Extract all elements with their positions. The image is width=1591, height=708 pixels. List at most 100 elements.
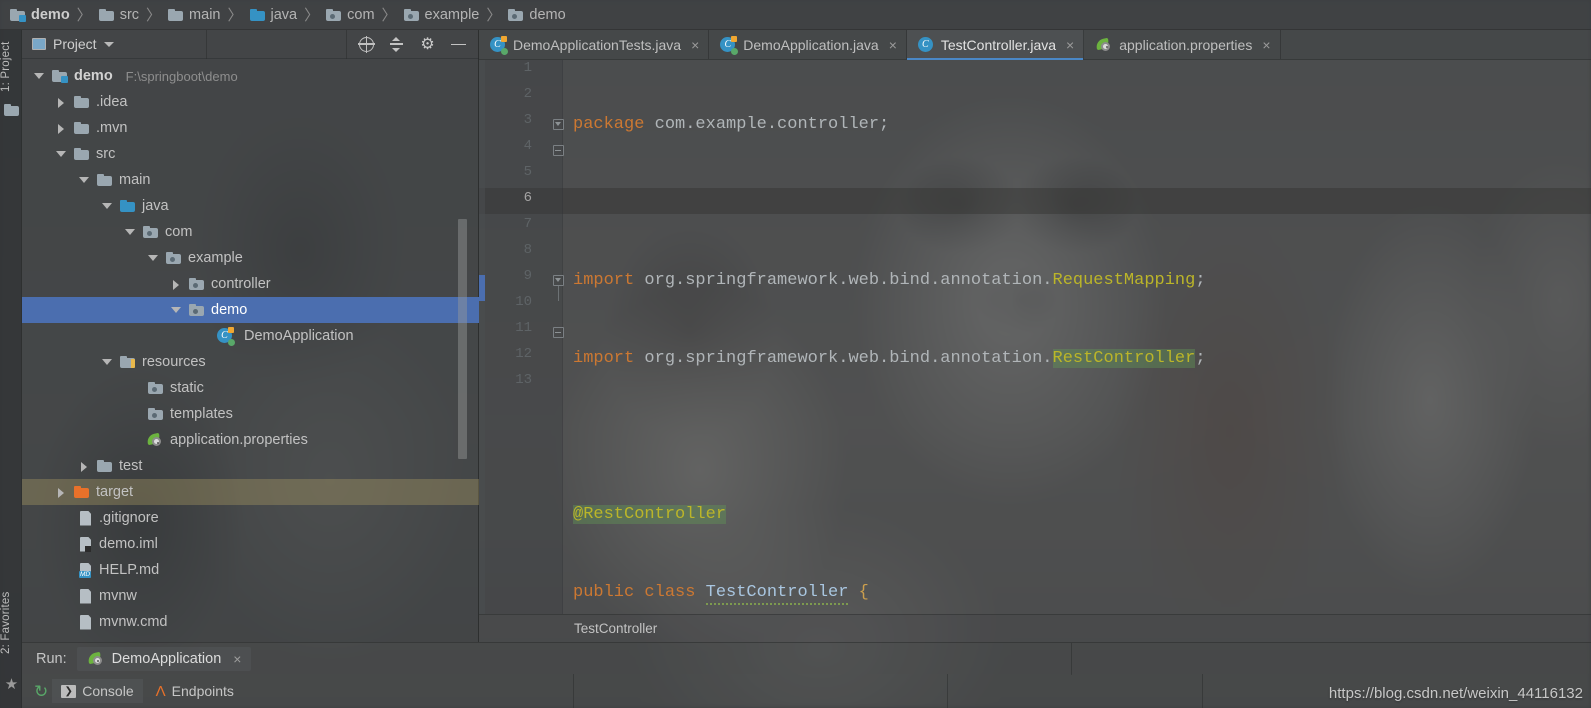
expand-arrow-icon[interactable]	[56, 97, 67, 108]
run-tab-console[interactable]: ❯ Console	[52, 679, 143, 703]
tree-row-templates[interactable]: templates	[22, 401, 479, 427]
expand-arrow-icon[interactable]	[102, 201, 113, 212]
close-icon[interactable]: ×	[233, 651, 241, 667]
expand-arrow-icon[interactable]	[125, 227, 136, 238]
run-configuration-label: DemoApplication	[111, 650, 222, 667]
tree-row-mvn[interactable]: .mvn	[22, 115, 479, 141]
expand-arrow-icon[interactable]	[34, 71, 45, 82]
code-line-6: @RestController	[573, 505, 727, 524]
line-number: 11	[515, 320, 532, 336]
expand-arrow-icon[interactable]	[148, 253, 159, 264]
breadcrumb-item-main[interactable]: main	[168, 7, 220, 23]
folder-icon	[74, 148, 89, 160]
editor-tab-label: application.properties	[1119, 36, 1253, 53]
tree-row-resources[interactable]: resources	[22, 349, 479, 375]
editor-tab-testcontroller[interactable]: C TestController.java ×	[906, 30, 1085, 60]
run-tab-endpoints[interactable]: Λ Endpoints	[147, 679, 243, 703]
tree-row-java[interactable]: java	[22, 193, 479, 219]
tree-item-label: controller	[211, 276, 271, 292]
tool-window-button-project[interactable]: 1: Project	[0, 36, 22, 98]
expand-arrow-icon[interactable]	[171, 279, 182, 290]
breadcrumb-separator-icon: 〉	[486, 7, 502, 24]
tree-row-demo-root[interactable]: demo F:\springboot\demo	[22, 63, 479, 89]
folder-icon	[98, 8, 114, 21]
expand-arrow-icon[interactable]	[102, 357, 113, 368]
tree-item-label: .gitignore	[99, 510, 159, 526]
editor-breadcrumb-bar[interactable]: TestController	[479, 614, 1591, 642]
expand-arrow-icon[interactable]	[79, 461, 90, 472]
tree-row-controller[interactable]: controller	[22, 271, 479, 297]
expand-arrow-icon[interactable]	[56, 149, 67, 160]
project-view-icon	[32, 38, 46, 50]
editor-tab-demoapplicationtests[interactable]: C DemoApplicationTests.java ×	[479, 30, 710, 59]
editor-area: C DemoApplicationTests.java × C DemoAppl…	[479, 30, 1591, 642]
watermark-url: https://blog.csdn.net/weixin_44116132	[1328, 685, 1583, 702]
project-panel-title: Project	[53, 36, 97, 52]
tree-row-example[interactable]: example	[22, 245, 479, 271]
tree-row-demo-iml[interactable]: demo.iml	[22, 531, 479, 557]
folder-icon	[97, 460, 112, 472]
expand-arrow-icon[interactable]	[79, 175, 90, 186]
status-separator	[947, 674, 948, 708]
folder-module-icon	[10, 8, 26, 22]
rerun-icon[interactable]: ↻	[34, 683, 48, 700]
code-text[interactable]: package com.example.controller; import o…	[563, 60, 1591, 614]
editor-tab-demoapplication[interactable]: C DemoApplication.java ×	[709, 30, 907, 59]
tree-row-demo-package[interactable]: demo	[22, 297, 479, 323]
project-view-selector[interactable]: Project	[22, 29, 207, 59]
breadcrumb-item-java[interactable]: java	[249, 6, 298, 23]
folder-package-icon	[143, 226, 158, 238]
tree-row-src[interactable]: src	[22, 141, 479, 167]
editor-tab-application-properties[interactable]: application.properties ×	[1084, 30, 1281, 59]
star-icon: ★	[4, 676, 19, 693]
tree-row-test[interactable]: test	[22, 453, 479, 479]
minimize-icon[interactable]	[450, 36, 467, 53]
tree-row-idea[interactable]: .idea	[22, 89, 479, 115]
tree-row-mvnw-cmd[interactable]: mvnw.cmd	[22, 609, 479, 635]
expand-arrow-icon[interactable]	[56, 123, 67, 134]
close-icon[interactable]: ×	[691, 37, 699, 53]
console-icon: ❯	[61, 684, 77, 698]
close-icon[interactable]: ×	[1066, 37, 1074, 53]
run-configuration-tab[interactable]: DemoApplication ×	[76, 646, 252, 671]
editor-gutter[interactable]: 1 2 3 4 5 6 7 8 9 10 11 12 13	[479, 60, 564, 614]
tree-row-mvnw[interactable]: mvnw	[22, 583, 479, 609]
tree-row-application-properties[interactable]: application.properties	[22, 427, 479, 453]
project-panel-actions: ⚙	[347, 35, 479, 53]
breadcrumb-item-example[interactable]: example	[403, 7, 479, 23]
chevron-down-icon[interactable]	[103, 41, 114, 47]
tree-row-demoapplication[interactable]: C DemoApplication	[22, 323, 479, 349]
tree-row-gitignore[interactable]: .gitignore	[22, 505, 479, 531]
tree-row-help-md[interactable]: MD HELP.md	[22, 557, 479, 583]
run-tab-label: Endpoints	[171, 683, 234, 699]
expand-arrow-icon[interactable]	[171, 305, 182, 316]
tree-row-main[interactable]: main	[22, 167, 479, 193]
folder-package-icon	[148, 408, 163, 420]
line-number: 12	[515, 346, 532, 362]
breadcrumb-item-demo-package[interactable]: demo	[508, 7, 566, 23]
project-tree-scrollbar[interactable]	[458, 219, 467, 459]
code-editor[interactable]: 1 2 3 4 5 6 7 8 9 10 11 12 13 package co…	[479, 60, 1591, 614]
tree-row-static[interactable]: static	[22, 375, 479, 401]
gear-icon[interactable]: ⚙	[419, 36, 436, 53]
breadcrumb-item-com[interactable]: com	[326, 7, 375, 23]
close-icon[interactable]: ×	[1262, 37, 1270, 53]
tree-row-com[interactable]: com	[22, 219, 479, 245]
project-header-spacer	[207, 29, 347, 59]
folder-excluded-icon	[74, 486, 89, 498]
folder-package-icon	[189, 304, 204, 316]
expand-arrow-icon[interactable]	[56, 487, 67, 498]
tree-row-target[interactable]: target	[22, 479, 479, 505]
folder-package-icon	[189, 278, 204, 290]
tree-item-label: demo.iml	[99, 536, 158, 552]
close-icon[interactable]: ×	[889, 37, 897, 53]
breadcrumb-item-demo[interactable]: demo	[10, 7, 70, 23]
project-tree[interactable]: demo F:\springboot\demo .idea .mvn src m…	[22, 59, 479, 642]
tool-window-button-favorites[interactable]: 2: Favorites	[0, 584, 22, 662]
collapse-all-icon[interactable]	[388, 36, 405, 53]
folder-package-icon	[148, 382, 163, 394]
breadcrumb-label: java	[270, 6, 298, 23]
breadcrumb-item-src[interactable]: src	[98, 7, 139, 23]
target-icon[interactable]	[358, 35, 375, 53]
